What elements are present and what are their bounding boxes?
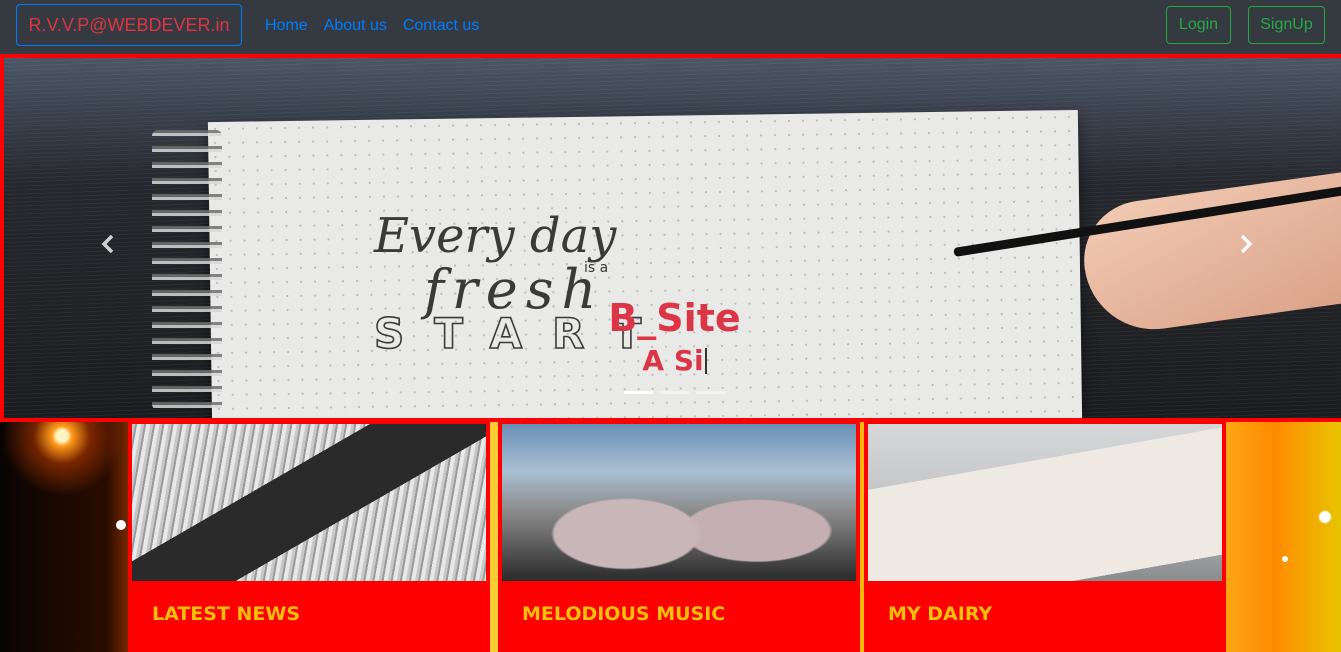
carousel-caption-title: B_Site <box>608 296 741 340</box>
card-image-newspaper <box>132 424 486 581</box>
card-melodious-music[interactable]: MELODIOUS MUSIC <box>498 422 860 652</box>
sparkle-decoration <box>1282 556 1288 562</box>
card-my-dairy[interactable]: MY DAIRY <box>864 422 1226 652</box>
cards-section: LATEST NEWS MELODIOUS MUSIC MY DAIRY <box>0 422 1341 652</box>
carousel-prev-control[interactable] <box>88 224 128 264</box>
chevron-left-icon <box>101 234 114 254</box>
top-navbar: R.V.V.P@WEBDEVER.in Home About us Contac… <box>0 0 1341 54</box>
lettering-every-day: Every day <box>373 208 617 264</box>
nav-link-contact[interactable]: Contact us <box>403 17 479 35</box>
nav-link-home[interactable]: Home <box>265 17 308 35</box>
carousel-indicator-3[interactable] <box>696 391 725 394</box>
nav-links: Home About us Contact us <box>265 0 495 52</box>
login-button[interactable]: Login <box>1166 6 1231 44</box>
signup-button[interactable]: SignUp <box>1248 6 1325 44</box>
card-image-notebook <box>868 424 1222 581</box>
carousel-next-control[interactable] <box>1226 224 1266 264</box>
carousel-caption-subtitle: A Si <box>4 344 1341 377</box>
card-latest-news[interactable]: LATEST NEWS <box>128 422 490 652</box>
card-title: MELODIOUS MUSIC <box>522 603 726 625</box>
card-title: LATEST NEWS <box>152 603 301 625</box>
brand-logo-link[interactable]: R.V.V.P@WEBDEVER.in <box>16 4 242 46</box>
hero-carousel: Every day is a fresh START B_Site A Si <box>0 54 1341 422</box>
typing-cursor <box>704 348 707 374</box>
nav-link-about[interactable]: About us <box>324 17 387 35</box>
sparkle-decoration <box>116 520 126 530</box>
card-title: MY DAIRY <box>888 603 993 625</box>
carousel-indicator-2[interactable] <box>660 391 689 394</box>
caption-sub-text: A Si <box>642 344 704 377</box>
carousel-indicators <box>624 391 725 394</box>
card-image-drums <box>502 424 856 581</box>
chevron-right-icon <box>1240 234 1253 254</box>
carousel-indicator-1[interactable] <box>624 391 653 394</box>
